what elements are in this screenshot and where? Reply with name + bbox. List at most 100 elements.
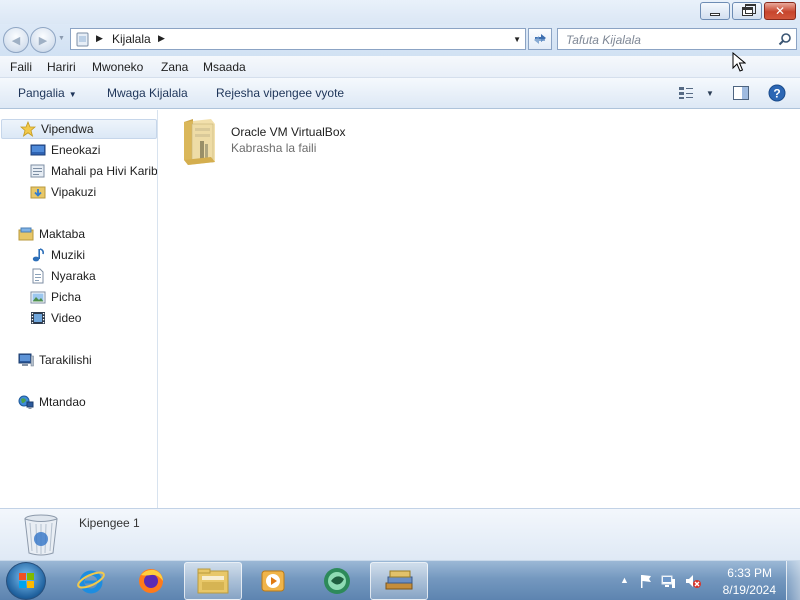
menu-view[interactable]: Mwoneko: [92, 60, 143, 74]
help-icon: ?: [768, 84, 786, 102]
volume-muted-icon[interactable]: [684, 573, 702, 589]
menu-edit[interactable]: Hariri: [47, 60, 76, 74]
network-status-icon[interactable]: [660, 573, 676, 589]
film-strip-icon: [30, 310, 46, 326]
view-options-icon: [679, 87, 693, 99]
nav-pictures-label: Picha: [51, 290, 82, 304]
nav-computer-label: Tarakilishi: [39, 353, 92, 367]
nav-libraries[interactable]: Maktaba: [18, 224, 85, 244]
green-app-icon: [324, 568, 350, 594]
action-center-flag-icon[interactable]: [638, 573, 654, 589]
preview-pane-icon: [733, 86, 749, 100]
address-bar[interactable]: ▶ Kijalala ▶ ▼: [70, 28, 526, 50]
organize-label: Pangalia: [18, 86, 65, 100]
taskbar-internet-explorer[interactable]: [62, 562, 120, 600]
nav-favorites-label: Vipendwa: [41, 122, 94, 136]
details-pane: Kipengee 1: [0, 508, 800, 560]
breadcrumb-separator[interactable]: ▶: [96, 33, 103, 44]
empty-recycle-bin-button[interactable]: Mwaga Kijalala: [107, 86, 188, 100]
breadcrumb-current[interactable]: Kijalala: [112, 32, 151, 46]
media-player-icon: [261, 570, 285, 592]
refresh-icon: [534, 34, 546, 44]
nav-favorites[interactable]: Vipendwa: [1, 119, 157, 139]
nav-desktop[interactable]: Eneokazi: [30, 140, 100, 160]
svg-text:?: ?: [773, 87, 780, 101]
file-item[interactable]: Oracle VM VirtualBox Kabrasha la faili: [179, 116, 399, 172]
taskbar-books-app[interactable]: [370, 562, 428, 600]
clock-date[interactable]: 8/19/2024: [723, 583, 776, 597]
explorer-folder-icon: [197, 568, 229, 594]
nav-pictures[interactable]: Picha: [30, 287, 81, 307]
recycle-bin-icon: [24, 514, 58, 556]
address-dropdown-icon[interactable]: ▼: [513, 35, 521, 44]
recent-places-icon: [30, 163, 46, 179]
nav-videos[interactable]: Video: [30, 308, 81, 328]
nav-recent-places-label: Mahali pa Hivi Karibuni: [51, 164, 158, 178]
star-icon: [19, 120, 37, 137]
minimize-button[interactable]: [700, 2, 730, 20]
minimize-icon: [710, 12, 720, 16]
chevron-down-icon: ▼: [68, 90, 77, 99]
command-bar: Pangalia ▼ Mwaga Kijalala Rejesha vipenge…: [0, 78, 800, 109]
address-row: ◀ ▶ ▼ ▶ Kijalala ▶ ▼ Tafuta Kijalala: [0, 24, 800, 56]
firefox-icon: [139, 569, 163, 593]
internet-explorer-icon: [77, 570, 105, 594]
nav-videos-label: Video: [51, 311, 82, 325]
search-box[interactable]: Tafuta Kijalala: [557, 28, 797, 50]
nav-documents[interactable]: Nyaraka: [30, 266, 96, 286]
taskbar-firefox[interactable]: [122, 562, 180, 600]
breadcrumb-separator-end[interactable]: ▶: [158, 33, 165, 44]
refresh-button[interactable]: [528, 28, 552, 50]
back-button[interactable]: ◀: [3, 27, 29, 53]
nav-computer[interactable]: Tarakilishi: [18, 350, 92, 370]
preview-pane-button[interactable]: [733, 83, 749, 103]
view-dropdown-icon[interactable]: ▼: [706, 89, 714, 98]
back-arrow-icon: ◀: [11, 34, 21, 47]
title-bar: ✕: [0, 0, 800, 24]
close-icon: ✕: [774, 4, 786, 18]
menu-file[interactable]: Faili: [10, 60, 32, 74]
nav-downloads-label: Vipakuzi: [51, 185, 97, 199]
recent-pages-dropdown[interactable]: ▼: [58, 35, 65, 42]
close-button[interactable]: ✕: [764, 2, 796, 20]
window-controls: ✕: [698, 2, 796, 20]
recycle-bin-small-icon: [76, 32, 89, 47]
picture-icon: [30, 289, 46, 305]
taskbar-media-player[interactable]: [244, 562, 302, 600]
nav-desktop-label: Eneokazi: [51, 143, 101, 157]
nav-network[interactable]: Mtandao: [18, 392, 86, 412]
nav-music[interactable]: Muziki: [30, 245, 85, 265]
organize-button[interactable]: Pangalia ▼: [18, 86, 77, 100]
forward-arrow-icon: ▶: [38, 34, 48, 47]
nav-network-label: Mtandao: [39, 395, 86, 409]
nav-downloads[interactable]: Vipakuzi: [30, 182, 96, 202]
restore-all-button[interactable]: Rejesha vipengee vyote: [216, 86, 344, 100]
downloads-folder-icon: [30, 184, 46, 200]
change-view-button[interactable]: ▼: [678, 83, 714, 103]
music-note-icon: [30, 247, 46, 263]
clock-time[interactable]: 6:33 PM: [727, 566, 772, 580]
menu-tools[interactable]: Zana: [161, 60, 188, 74]
show-hidden-icons-button[interactable]: ▲: [620, 575, 629, 585]
nav-documents-label: Nyaraka: [51, 269, 96, 283]
search-icon[interactable]: [778, 32, 792, 46]
taskbar-windows-explorer[interactable]: [184, 562, 242, 600]
maximize-button[interactable]: [732, 2, 762, 20]
help-button[interactable]: ?: [768, 83, 786, 103]
nav-recent-places[interactable]: Mahali pa Hivi Karibuni: [30, 161, 158, 181]
search-placeholder: Tafuta Kijalala: [566, 33, 641, 47]
taskbar-guest-app[interactable]: [308, 562, 366, 600]
windows-logo-icon: [19, 573, 34, 588]
start-button[interactable]: [6, 562, 46, 600]
menu-help[interactable]: Msaada: [203, 60, 246, 74]
file-item-type: Kabrasha la faili: [231, 141, 317, 155]
show-desktop-button[interactable]: [786, 561, 800, 600]
mouse-cursor-icon: [732, 52, 746, 72]
libraries-icon: [18, 226, 34, 242]
file-item-name: Oracle VM VirtualBox: [231, 125, 346, 139]
forward-button[interactable]: ▶: [30, 27, 56, 53]
books-icon: [385, 570, 413, 590]
taskbar: ▲ 6:33 PM 8/19/2024: [0, 560, 800, 600]
desktop-icon: [30, 142, 46, 158]
navigation-pane: Vipendwa Eneokazi Mahali pa Hivi Karibun…: [0, 110, 158, 508]
